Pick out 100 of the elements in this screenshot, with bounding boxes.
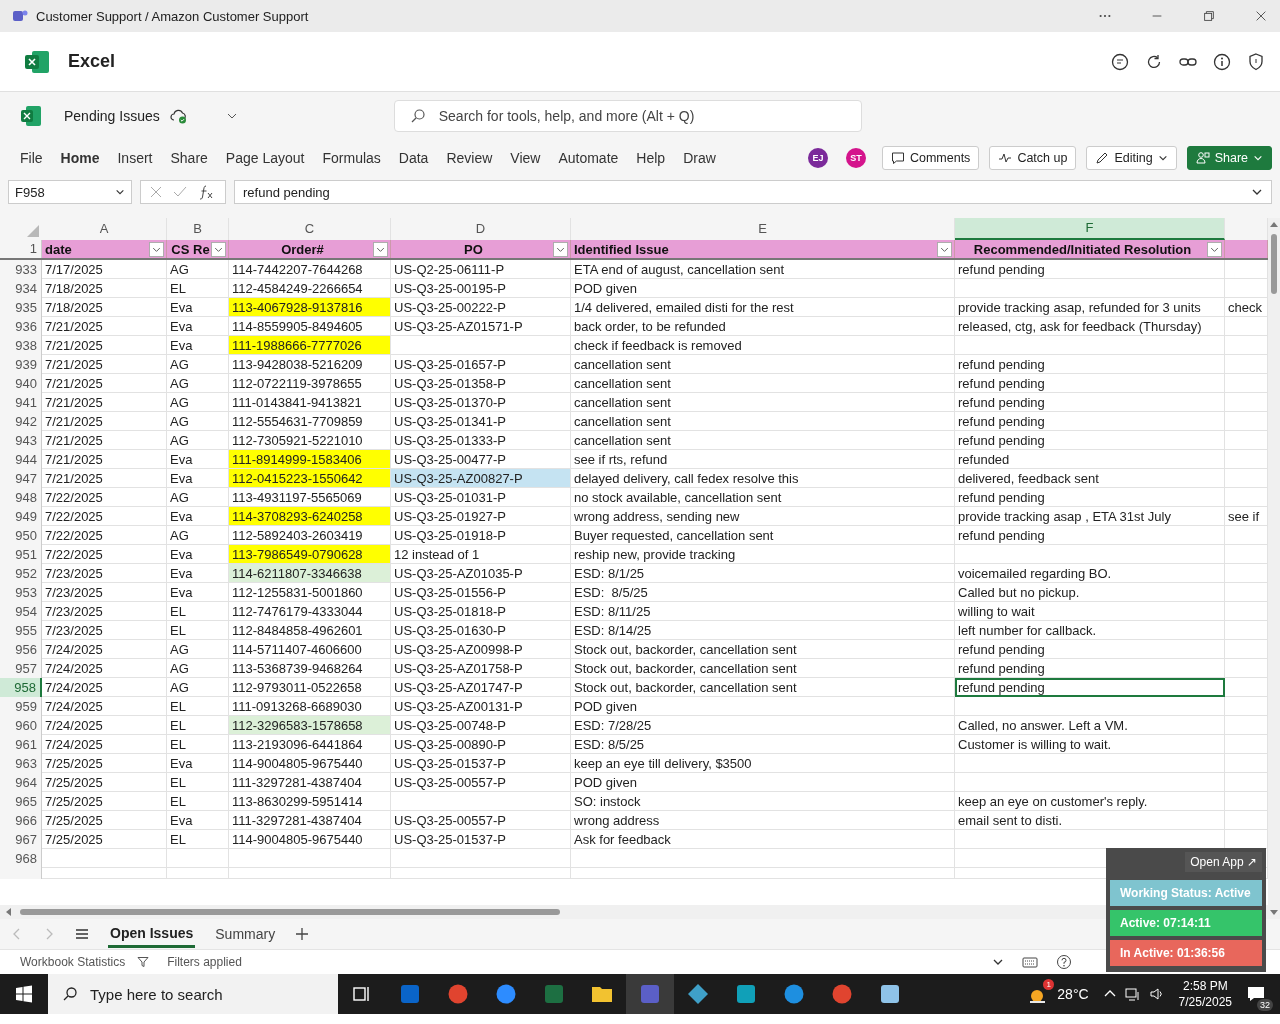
- po-cell[interactable]: [391, 336, 571, 355]
- browser-icon[interactable]: [446, 982, 470, 1006]
- rep-cell[interactable]: AG: [167, 659, 229, 678]
- rep-cell[interactable]: EL: [167, 697, 229, 716]
- rep-cell[interactable]: AG: [167, 678, 229, 697]
- date-cell[interactable]: 7/21/2025: [42, 469, 167, 488]
- taskbar-search-field[interactable]: Type here to search: [48, 974, 338, 1014]
- order-cell[interactable]: 113-7986549-0790628: [229, 545, 391, 564]
- row-number[interactable]: 933: [0, 260, 42, 279]
- row-number[interactable]: 966: [0, 811, 42, 830]
- issue-cell[interactable]: [571, 849, 955, 868]
- resolution-cell[interactable]: refund pending: [955, 659, 1225, 678]
- resolution-cell[interactable]: refund pending: [955, 431, 1225, 450]
- issue-cell[interactable]: wrong address, sending new: [571, 507, 955, 526]
- menu-tab[interactable]: Automate: [552, 146, 625, 170]
- order-cell[interactable]: 114-9004805-9675440: [229, 754, 391, 773]
- issue-cell[interactable]: SO: instock: [571, 792, 955, 811]
- rep-cell[interactable]: AG: [167, 260, 229, 279]
- row-number[interactable]: 965: [0, 792, 42, 811]
- date-cell[interactable]: 7/22/2025: [42, 507, 167, 526]
- po-cell[interactable]: US-Q3-25-01537-P: [391, 754, 571, 773]
- row-number[interactable]: 943: [0, 431, 42, 450]
- date-cell[interactable]: 7/22/2025: [42, 526, 167, 545]
- issue-cell[interactable]: ETA end of august, cancellation sent: [571, 260, 955, 279]
- date-cell[interactable]: 7/25/2025: [42, 754, 167, 773]
- date-cell[interactable]: 7/21/2025: [42, 317, 167, 336]
- open-app-button[interactable]: Open App ↗: [1185, 852, 1262, 872]
- formula-field[interactable]: refund pending: [234, 180, 1272, 204]
- issue-cell[interactable]: back order, to be refunded: [571, 317, 955, 336]
- issue-cell[interactable]: cancellation sent: [571, 393, 955, 412]
- row-number[interactable]: 938: [0, 336, 42, 355]
- share-button[interactable]: Share: [1186, 146, 1272, 170]
- browser-icon[interactable]: [782, 982, 806, 1006]
- menu-tab[interactable]: File: [14, 146, 49, 170]
- date-cell[interactable]: 7/17/2025: [42, 260, 167, 279]
- issue-cell[interactable]: ESD: 8/11/25: [571, 602, 955, 621]
- menu-tab[interactable]: Formulas: [316, 146, 387, 170]
- name-box[interactable]: F958: [8, 180, 132, 204]
- resolution-cell[interactable]: refund pending: [955, 260, 1225, 279]
- rep-cell[interactable]: [167, 849, 229, 868]
- po-cell[interactable]: US-Q3-25-01657-P: [391, 355, 571, 374]
- issue-cell[interactable]: cancellation sent: [571, 412, 955, 431]
- spreadsheet-app-icon[interactable]: [542, 982, 566, 1006]
- issue-cell[interactable]: ESD: 8/1/25: [571, 564, 955, 583]
- restore-icon[interactable]: [1202, 9, 1216, 23]
- issue-cell[interactable]: ESD: 7/28/25: [571, 716, 955, 735]
- po-cell[interactable]: US-Q3-25-00557-P: [391, 811, 571, 830]
- resolution-cell[interactable]: provide tracking asap, refunded for 3 units: [955, 298, 1225, 317]
- row-number[interactable]: 953: [0, 583, 42, 602]
- date-cell[interactable]: 7/21/2025: [42, 412, 167, 431]
- rep-cell[interactable]: EL: [167, 773, 229, 792]
- issue-cell[interactable]: keep an eye till delivery, $3500: [571, 754, 955, 773]
- order-cell[interactable]: 113-5368739-9468264: [229, 659, 391, 678]
- resolution-cell[interactable]: refunded: [955, 450, 1225, 469]
- po-cell[interactable]: US-Q3-25-01927-P: [391, 507, 571, 526]
- order-cell[interactable]: 111-3297281-4387404: [229, 773, 391, 792]
- row-number[interactable]: 950: [0, 526, 42, 545]
- menu-icon[interactable]: [74, 926, 90, 942]
- issue-cell[interactable]: POD given: [571, 697, 955, 716]
- network-icon[interactable]: [1124, 986, 1141, 1002]
- date-cell[interactable]: 7/25/2025: [42, 811, 167, 830]
- issue-cell[interactable]: 1/4 delivered, emailed disti for the rest: [571, 298, 955, 317]
- menu-tab[interactable]: Insert: [111, 146, 159, 170]
- po-cell[interactable]: US-Q3-25-AZ01747-P: [391, 678, 571, 697]
- row-number[interactable]: 956: [0, 640, 42, 659]
- issue-cell[interactable]: Stock out, backorder, cancellation sent: [571, 659, 955, 678]
- issue-cell[interactable]: check if feedback is removed: [571, 336, 955, 355]
- date-cell[interactable]: 7/24/2025: [42, 697, 167, 716]
- resolution-cell[interactable]: Customer is willing to wait.: [955, 735, 1225, 754]
- menu-tab[interactable]: Help: [630, 146, 672, 170]
- resolution-cell[interactable]: refund pending: [955, 678, 1225, 697]
- po-cell[interactable]: US-Q3-25-01333-P: [391, 431, 571, 450]
- info-icon[interactable]: [1212, 51, 1232, 72]
- rep-cell[interactable]: AG: [167, 355, 229, 374]
- po-cell[interactable]: 12 instead of 1: [391, 545, 571, 564]
- order-cell[interactable]: 111-3297281-4387404: [229, 811, 391, 830]
- rep-cell[interactable]: AG: [167, 412, 229, 431]
- rep-cell[interactable]: EL: [167, 735, 229, 754]
- horizontal-scrollbar[interactable]: [20, 909, 560, 915]
- order-cell[interactable]: 114-3708293-6240258: [229, 507, 391, 526]
- date-cell[interactable]: 7/23/2025: [42, 564, 167, 583]
- filter-dropdown-icon[interactable]: [149, 241, 164, 257]
- row-number[interactable]: 964: [0, 773, 42, 792]
- date-cell[interactable]: 7/22/2025: [42, 545, 167, 564]
- search-field[interactable]: Search for tools, help, and more (Alt + Q): [393, 100, 862, 132]
- date-cell[interactable]: 7/24/2025: [42, 716, 167, 735]
- date-cell[interactable]: 7/23/2025: [42, 602, 167, 621]
- order-cell[interactable]: 113-8630299-5951414: [229, 792, 391, 811]
- date-cell[interactable]: 7/21/2025: [42, 355, 167, 374]
- resolution-cell[interactable]: email sent to disti.: [955, 811, 1225, 830]
- issue-cell[interactable]: Stock out, backorder, cancellation sent: [571, 678, 955, 697]
- row-number[interactable]: 963: [0, 754, 42, 773]
- order-cell[interactable]: 113-9428038-5216209: [229, 355, 391, 374]
- rep-cell[interactable]: EL: [167, 602, 229, 621]
- resolution-cell[interactable]: refund pending: [955, 640, 1225, 659]
- order-cell[interactable]: 112-8484858-4962601: [229, 621, 391, 640]
- row-number[interactable]: 958: [0, 678, 42, 697]
- rep-cell[interactable]: EL: [167, 830, 229, 849]
- date-cell[interactable]: 7/21/2025: [42, 393, 167, 412]
- date-cell[interactable]: 7/25/2025: [42, 830, 167, 849]
